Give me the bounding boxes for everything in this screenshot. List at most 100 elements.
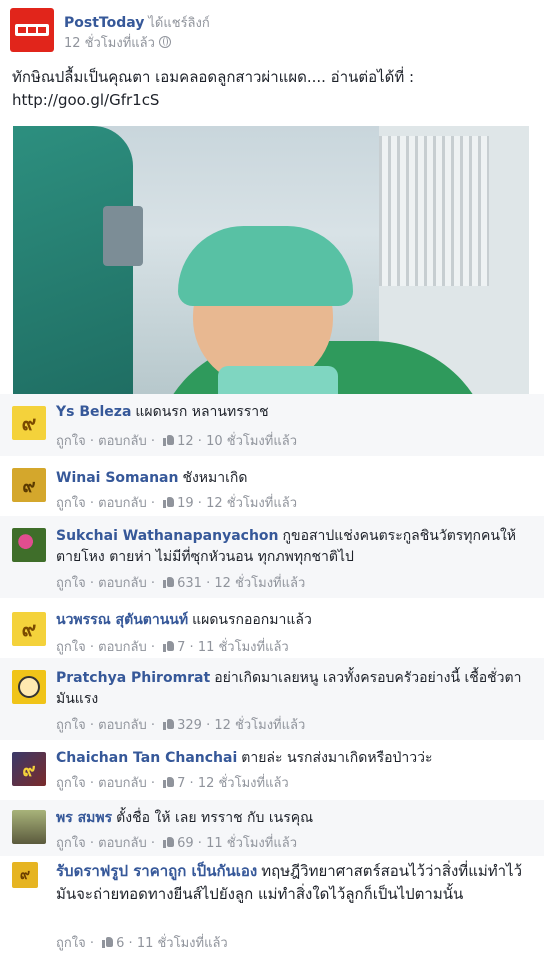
commenter-avatar[interactable] xyxy=(12,810,46,844)
page-avatar[interactable] xyxy=(10,8,54,52)
reply-link[interactable]: ตอบกลับ xyxy=(98,640,147,655)
reply-link[interactable]: ตอบกลับ xyxy=(98,576,147,591)
commenter-avatar[interactable]: ๙ xyxy=(12,612,46,646)
like-count[interactable]: 329 xyxy=(177,718,202,733)
post-photo[interactable] xyxy=(13,126,529,394)
comment-text: แผดนรก หลานทรราช xyxy=(135,404,269,420)
comment-body: Pratchya Phiromrat อย่าเกิดมาเลยหนู เลวทั… xyxy=(56,668,534,710)
avatar-glyph: ๙ xyxy=(19,867,31,883)
thumbs-up-icon xyxy=(163,434,175,446)
comment-time[interactable]: 10 ชั่วโมงที่แล้ว xyxy=(206,434,297,449)
avatar-glyph: ๙ xyxy=(21,411,37,435)
comment-body: นวพรรณ สุตันตานนท์ แผดนรกออกมาแล้ว xyxy=(56,610,534,631)
like-link[interactable]: ถูกใจ xyxy=(56,496,86,511)
commenter-name[interactable]: Pratchya Phiromrat xyxy=(56,670,210,686)
comment-item: Sukchai Wathanapanyachon กูขอสาปแช่งคนตระ… xyxy=(0,516,544,598)
comment-time[interactable]: 12 ชั่วโมงที่แล้ว xyxy=(206,496,297,511)
comment-text: แผดนรกออกมาแล้ว xyxy=(192,612,312,628)
comment-time[interactable]: 12 ชั่วโมงที่แล้ว xyxy=(214,576,305,591)
thumbs-up-icon xyxy=(163,836,175,848)
comment-text: ชังหมาเกิด xyxy=(182,470,248,486)
like-link[interactable]: ถูกใจ xyxy=(56,434,86,449)
like-count[interactable]: 6 xyxy=(116,936,124,951)
commenter-avatar[interactable]: ๙ xyxy=(12,406,46,440)
like-link[interactable]: ถูกใจ xyxy=(56,836,86,851)
comment-item: ๙ รับดราฟรูป ราคาถูก เป็นกันเอง ทฤษฎีวิทย… xyxy=(0,856,544,960)
commenter-name[interactable]: พร สมพร xyxy=(56,810,112,826)
comment-time[interactable]: 12 ชั่วโมงที่แล้ว xyxy=(214,718,305,733)
post-timestamp[interactable]: 12 ชั่วโมงที่แล้ว xyxy=(64,32,171,53)
comment-item: ๙ Winai Somanan ชังหมาเกิด ถูกใจ · ตอบกลั… xyxy=(0,456,544,516)
shared-link-text: ได้แชร์ลิงก์ xyxy=(148,16,210,31)
comment-item: ๙ Chaichan Tan Chanchai ตายล่ะ นรกส่งมาเก… xyxy=(0,740,544,800)
thumbs-up-icon xyxy=(163,640,175,652)
page-name-link[interactable]: PostToday xyxy=(64,15,144,31)
avatar-glyph: ๙ xyxy=(22,759,36,781)
post-header: PostToday ได้แชร์ลิงก์ 12 ชั่วโมงที่แล้ว xyxy=(10,8,534,54)
like-count[interactable]: 12 xyxy=(177,434,194,449)
comment-body: Ys Beleza แผดนรก หลานทรราช xyxy=(56,402,534,423)
comment-body: Chaichan Tan Chanchai ตายล่ะ นรกส่งมาเกิด… xyxy=(56,748,534,769)
thumbs-up-icon xyxy=(163,496,175,508)
comment-time[interactable]: 11 ชั่วโมงที่แล้ว xyxy=(137,936,228,951)
commenter-avatar[interactable]: ๙ xyxy=(12,862,38,888)
like-link[interactable]: ถูกใจ xyxy=(56,718,86,733)
commenter-name[interactable]: นวพรรณ สุตันตานนท์ xyxy=(56,612,188,628)
thumbs-up-icon xyxy=(163,776,175,788)
comment-meta: ถูกใจ · ตอบกลับ · 7 · 12 ชั่วโมงที่แล้ว xyxy=(56,776,289,791)
commenter-avatar[interactable] xyxy=(12,670,46,704)
photo-blinds xyxy=(379,136,489,286)
photo-monitor xyxy=(103,206,143,266)
comment-item: พร สมพร ตั้งชื่อ ให้ เลย ทรราช กับ เนรคุณ… xyxy=(0,800,544,856)
comment-text: ตั้งชื่อ ให้ เลย ทรราช กับ เนรคุณ xyxy=(116,810,314,826)
like-count[interactable]: 631 xyxy=(177,576,202,591)
post-body-text: ทักษิณปลื้มเป็นคุณตา เอมคลอดลูกสาวผ่าแผด… xyxy=(12,68,415,86)
commenter-name[interactable]: Chaichan Tan Chanchai xyxy=(56,750,237,766)
thumbs-up-icon xyxy=(163,718,175,730)
comment-item: ๙ นวพรรณ สุตันตานนท์ แผดนรกออกมาแล้ว ถูกใ… xyxy=(0,598,544,658)
commenter-avatar[interactable]: ๙ xyxy=(12,468,46,502)
comment-body: รับดราฟรูป ราคาถูก เป็นกันเอง ทฤษฎีวิทยาศ… xyxy=(56,860,534,906)
commenter-name[interactable]: Ys Beleza xyxy=(56,404,131,420)
comment-time[interactable]: 11 ชั่วโมงที่แล้ว xyxy=(206,836,297,851)
thumbs-up-icon xyxy=(102,936,114,948)
reply-link[interactable]: ตอบกลับ xyxy=(98,496,147,511)
like-link[interactable]: ถูกใจ xyxy=(56,576,86,591)
like-link[interactable]: ถูกใจ xyxy=(56,776,86,791)
reply-link[interactable]: ตอบกลับ xyxy=(98,776,147,791)
photo-mask xyxy=(218,366,338,394)
comment-time[interactable]: 11 ชั่วโมงที่แล้ว xyxy=(198,640,289,655)
commenter-name[interactable]: Sukchai Wathanapanyachon xyxy=(56,528,279,544)
comment-body: พร สมพร ตั้งชื่อ ให้ เลย ทรราช กับ เนรคุณ xyxy=(56,808,534,829)
like-count[interactable]: 7 xyxy=(177,640,185,655)
comment-meta: ถูกใจ · 6 · 11 ชั่วโมงที่แล้ว xyxy=(56,936,228,951)
reply-link[interactable]: ตอบกลับ xyxy=(98,718,147,733)
comment-body: Sukchai Wathanapanyachon กูขอสาปแช่งคนตระ… xyxy=(56,526,534,568)
reply-link[interactable]: ตอบกลับ xyxy=(98,434,147,449)
comment-meta: ถูกใจ · ตอบกลับ · 631 · 12 ชั่วโมงที่แล้… xyxy=(56,576,306,591)
commenter-name[interactable]: Winai Somanan xyxy=(56,470,178,486)
page-name-line: PostToday ได้แชร์ลิงก์ xyxy=(64,12,210,33)
post-link[interactable]: http://goo.gl/Gfr1cS xyxy=(12,89,532,112)
reply-link[interactable]: ตอบกลับ xyxy=(98,836,147,851)
commenter-name[interactable]: รับดราฟรูป ราคาถูก เป็นกันเอง xyxy=(56,862,257,880)
commenter-avatar[interactable] xyxy=(12,528,46,562)
like-link[interactable]: ถูกใจ xyxy=(56,640,86,655)
comment-meta: ถูกใจ · ตอบกลับ · 12 · 10 ชั่วโมงที่แล้ว xyxy=(56,434,297,449)
like-count[interactable]: 19 xyxy=(177,496,194,511)
avatar-glyph: ๙ xyxy=(21,617,37,641)
commenter-avatar[interactable]: ๙ xyxy=(12,752,46,786)
like-count[interactable]: 7 xyxy=(177,776,185,791)
post-time-text: 12 ชั่วโมงที่แล้ว xyxy=(64,36,155,51)
like-link[interactable]: ถูกใจ xyxy=(56,936,86,951)
avatar-glyph: ๙ xyxy=(22,475,36,497)
comment-item: Pratchya Phiromrat อย่าเกิดมาเลยหนู เลวทั… xyxy=(0,658,544,740)
like-count[interactable]: 69 xyxy=(177,836,194,851)
comment-meta: ถูกใจ · ตอบกลับ · 19 · 12 ชั่วโมงที่แล้ว xyxy=(56,496,297,511)
post-text: ทักษิณปลื้มเป็นคุณตา เอมคลอดลูกสาวผ่าแผด… xyxy=(12,66,532,112)
comment-time[interactable]: 12 ชั่วโมงที่แล้ว xyxy=(198,776,289,791)
facebook-post: PostToday ได้แชร์ลิงก์ 12 ชั่วโมงที่แล้ว … xyxy=(0,0,544,960)
comment-meta: ถูกใจ · ตอบกลับ · 329 · 12 ชั่วโมงที่แล้… xyxy=(56,718,306,733)
posttoday-logo-icon xyxy=(15,24,49,36)
comment-meta: ถูกใจ · ตอบกลับ · 7 · 11 ชั่วโมงที่แล้ว xyxy=(56,640,289,655)
